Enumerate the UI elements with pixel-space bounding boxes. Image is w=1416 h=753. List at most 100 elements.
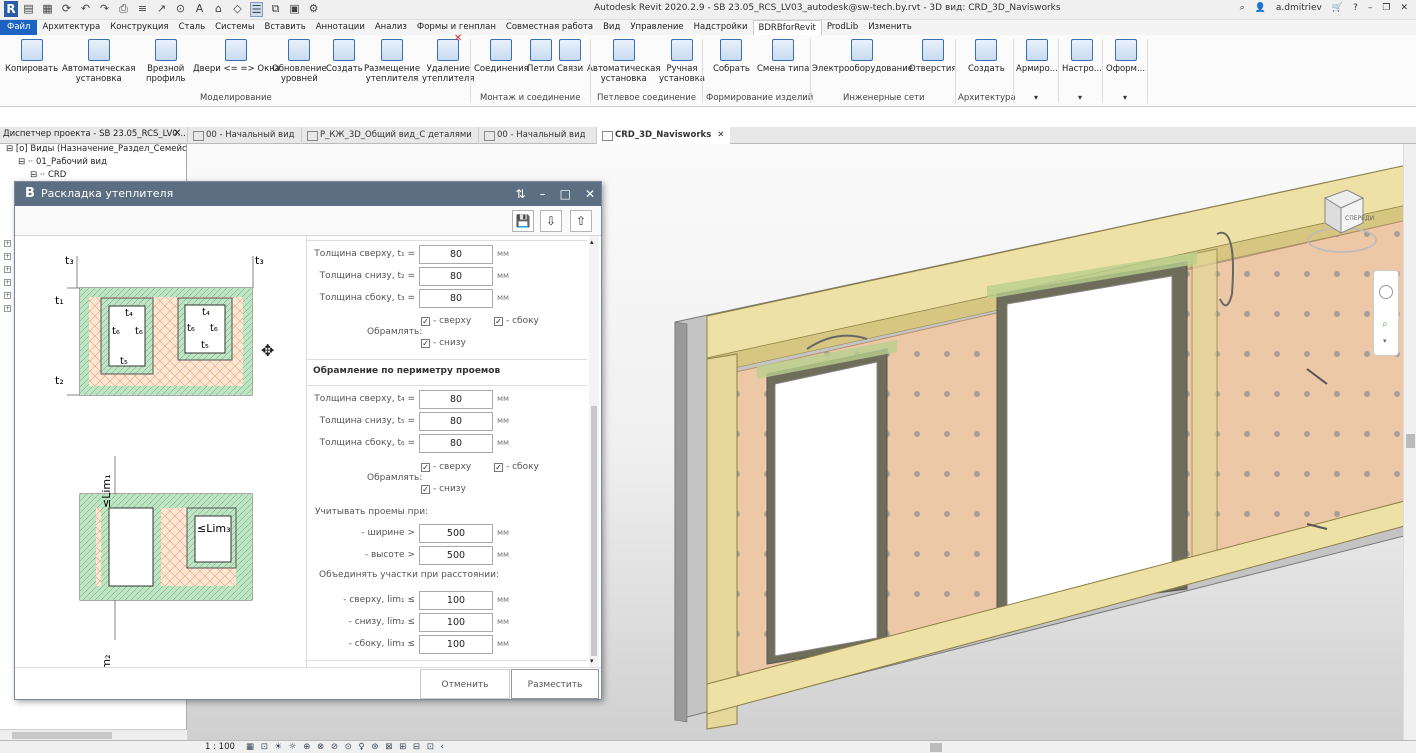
tree-toggle-icon[interactable]: ⊟ [o] xyxy=(6,144,30,154)
ribbon-button-3[interactable]: Двери <= => Окна xyxy=(193,39,280,74)
expand-icon[interactable]: + xyxy=(4,240,11,247)
ribbon-button-19[interactable]: Настро... xyxy=(1062,39,1102,74)
pin-icon[interactable]: ⇅ xyxy=(516,182,526,206)
frame-side-checkbox[interactable]: ✓ - сбоку xyxy=(494,316,539,326)
tab-7[interactable]: Анализ xyxy=(370,20,412,35)
ribbon-button-11[interactable]: Автоматическая установка xyxy=(587,39,660,84)
checkbox-checked-icon[interactable]: ✓ xyxy=(421,485,430,494)
scroll-thumb[interactable] xyxy=(12,732,112,739)
nav-dropdown-icon[interactable]: ▾ xyxy=(1383,337,1387,345)
open-icon[interactable]: ▤ xyxy=(22,2,35,17)
switch-windows-icon[interactable]: ▣ xyxy=(288,2,301,17)
ribbon-button-4[interactable]: Обновление уровней xyxy=(272,39,327,84)
tab-0[interactable]: Файл xyxy=(0,20,38,35)
cancel-button[interactable]: Отменить xyxy=(420,669,510,699)
opening-thickness-4-input[interactable]: 80 xyxy=(419,390,493,409)
tab-5[interactable]: Вставить xyxy=(260,20,311,35)
undo-icon[interactable]: ↶ xyxy=(79,2,92,17)
ribbon-group-label[interactable]: Инженерные сети xyxy=(843,93,925,103)
ribbon-button-10[interactable]: Связи xyxy=(557,39,583,74)
tab-10[interactable]: Вид xyxy=(598,20,625,35)
ribbon-button-2[interactable]: Врезной профиль xyxy=(146,39,185,84)
close-icon[interactable]: ✕ xyxy=(585,182,595,206)
dimension-icon[interactable]: ↗ xyxy=(155,2,168,17)
dropdown-arrow-icon[interactable]: ▾ xyxy=(1034,93,1038,102)
ribbon-group-label[interactable]: Петлевое соединение xyxy=(597,93,696,103)
dropdown-arrow-icon[interactable]: ▾ xyxy=(1078,93,1082,102)
vertical-scrollbar[interactable] xyxy=(1403,144,1416,740)
checkbox-checked-icon[interactable]: ✓ xyxy=(421,317,430,326)
save-icon[interactable]: 💾 xyxy=(512,210,534,232)
view-control-icons[interactable]: ▦ ⊡ ☀ ☼ ⊕ ⊗ ⊘ ⊙ ♀ ⊛ ⊠ ⊞ ⊟ ⊡ ‹ xyxy=(246,742,446,752)
maximize-icon[interactable]: □ xyxy=(560,182,571,206)
print-icon[interactable]: ⎙ xyxy=(117,2,130,17)
opening-thickness-6-input[interactable]: 80 xyxy=(419,434,493,453)
checkbox-checked-icon[interactable]: ✓ xyxy=(494,463,503,472)
close-icon[interactable]: ✕ xyxy=(1400,3,1408,13)
tab-6[interactable]: Аннотации xyxy=(311,20,370,35)
thin-lines-icon[interactable]: ☰ xyxy=(250,2,263,17)
scroll-thumb[interactable] xyxy=(1406,434,1415,448)
top-thickness-2-input[interactable]: 80 xyxy=(419,267,493,286)
checkbox-checked-icon[interactable]: ✓ xyxy=(421,339,430,348)
revit-logo[interactable]: R xyxy=(4,1,18,17)
opening-frame-bottom-checkbox[interactable]: ✓ - снизу xyxy=(421,484,466,494)
view-cube[interactable]: СПЕРЕДИ xyxy=(1305,188,1380,258)
opening-frame-top-checkbox[interactable]: ✓ - сверху xyxy=(421,462,471,472)
tab-1[interactable]: Архитектура xyxy=(37,20,105,35)
ribbon-group-label[interactable]: Монтаж и соединение xyxy=(480,93,580,103)
text-icon[interactable]: A xyxy=(193,2,206,17)
scroll-down-icon[interactable]: ▾ xyxy=(590,657,594,665)
expand-icon[interactable]: + xyxy=(4,253,11,260)
top-thickness-3-input[interactable]: 80 xyxy=(419,289,493,308)
close-icon[interactable]: ✕ xyxy=(173,128,181,139)
sync-icon[interactable]: ⟳ xyxy=(60,2,73,17)
close-hidden-icon[interactable]: ⧉ xyxy=(269,2,282,17)
scroll-thumb[interactable] xyxy=(930,743,942,752)
expand-icon[interactable]: + xyxy=(4,292,11,299)
browser-tree-item[interactable]: ⊟ ·· CRD xyxy=(30,170,66,180)
save-icon[interactable]: ▦ xyxy=(41,2,54,17)
browser-tree-item[interactable]: ⊟ [o] Виды (Назначение_Раздел_Семейство xyxy=(6,144,202,154)
horizontal-scrollbar[interactable] xyxy=(0,729,187,740)
expand-icon[interactable]: + xyxy=(4,279,11,286)
view-scale[interactable]: 1 : 100 xyxy=(205,742,235,752)
tab-4[interactable]: Системы xyxy=(210,20,259,35)
tab-15[interactable]: Изменить xyxy=(863,20,917,35)
help-button[interactable]: ? xyxy=(1353,3,1358,13)
user-icon[interactable]: 👤 xyxy=(1255,3,1266,13)
opening-frame-side-checkbox[interactable]: ✓ - сбоку xyxy=(494,462,539,472)
consider-0-input[interactable]: 500 xyxy=(419,524,493,543)
binoculars-icon[interactable]: ⌕ xyxy=(1240,3,1245,13)
frame-bottom-checkbox[interactable]: ✓ - снизу xyxy=(421,338,466,348)
3d-view-icon[interactable]: ⌂ xyxy=(212,2,225,17)
ribbon-button-15[interactable]: Электрооборудование xyxy=(812,39,913,74)
minimize-icon[interactable]: – xyxy=(1368,3,1373,13)
ribbon-group-label[interactable]: Формирование изделий xyxy=(706,93,813,103)
ribbon-button-14[interactable]: Смена типа xyxy=(757,39,809,74)
ribbon-button-9[interactable]: Петли xyxy=(527,39,555,74)
ribbon-button-18[interactable]: Армиро... xyxy=(1016,39,1058,74)
merge-lim-2-input[interactable]: 100 xyxy=(419,613,493,632)
dropdown-arrow-icon[interactable]: ▾ xyxy=(1123,93,1127,102)
merge-lim-1-input[interactable]: 100 xyxy=(419,591,493,610)
user-name[interactable]: a.dmitriev xyxy=(1276,3,1322,13)
scroll-thumb[interactable] xyxy=(591,406,597,656)
view-tab[interactable]: 00 - Начальный вид xyxy=(187,127,300,144)
expand-icon[interactable]: + xyxy=(4,266,11,273)
redo-icon[interactable]: ↷ xyxy=(98,2,111,17)
steering-wheel-icon[interactable] xyxy=(1379,285,1393,299)
tab-12[interactable]: Надстройки xyxy=(689,20,753,35)
ribbon-button-7[interactable]: Удаление утеплителя xyxy=(422,34,474,84)
tab-11[interactable]: Управление xyxy=(625,20,688,35)
ribbon-button-5[interactable]: Создать xyxy=(326,39,363,74)
checkbox-checked-icon[interactable]: ✓ xyxy=(421,463,430,472)
checkbox-checked-icon[interactable]: ✓ xyxy=(494,317,503,326)
view-tab[interactable]: Р_КЖ_3D_Общий вид_С деталями xyxy=(301,127,478,144)
top-thickness-1-input[interactable]: 80 xyxy=(419,245,493,264)
browser-tree-item[interactable]: ⊟ ·· 01_Рабочий вид xyxy=(18,157,107,167)
merge-lim-3-input[interactable]: 100 xyxy=(419,635,493,654)
ribbon-button-17[interactable]: Создать xyxy=(968,39,1005,74)
place-button[interactable]: Разместить xyxy=(511,669,599,699)
settings-scrollbar[interactable]: ▴ ▾ xyxy=(589,236,599,667)
